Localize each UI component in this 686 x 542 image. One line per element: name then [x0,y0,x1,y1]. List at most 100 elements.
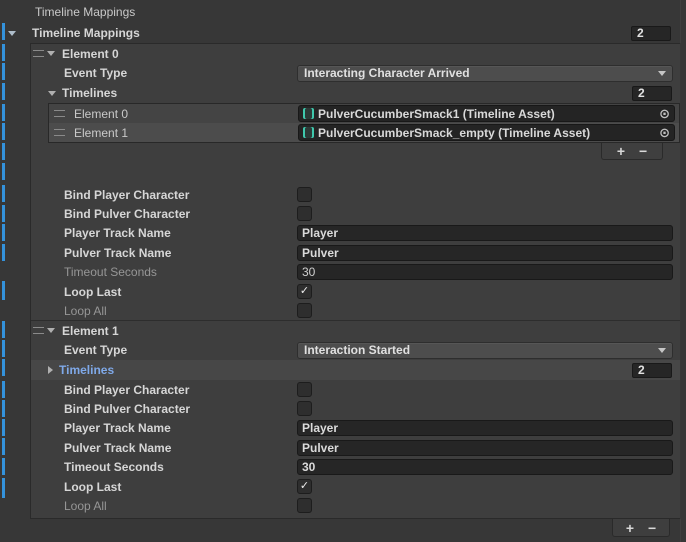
timelines-list-footer-e0: + − [31,143,680,164]
element-0-title: Element 0 [62,47,119,61]
timeline-mappings-foldout-row[interactable]: Timeline Mappings 2 [0,23,686,43]
foldout-open-icon[interactable] [8,31,16,36]
override-bar [2,63,5,80]
loop-last-row: Loop Last ✓ [31,282,680,301]
timeline-item-row[interactable]: Element 0 PulverCucumberSmack1 (Timeline… [49,104,679,123]
loop-all-row: Loop All [31,301,680,320]
event-type-label: Event Type [64,343,297,357]
bind-player-character-checkbox-e1[interactable] [297,382,312,397]
event-type-dropdown-e0[interactable]: Interacting Character Arrived [297,65,673,82]
foldout-closed-icon[interactable] [48,366,53,374]
override-bar [2,458,5,475]
event-type-dropdown-e1[interactable]: Interaction Started [297,342,673,359]
override-bar [2,381,5,398]
field-label: Loop Last [64,285,297,299]
pulver-track-name-input-e1[interactable] [297,440,673,456]
element-1-section: Element 1 Event Type Interaction Started… [31,320,680,515]
player-track-name-input-e0[interactable] [297,225,673,241]
remove-element-button[interactable]: − [639,144,647,158]
foldout-open-icon[interactable] [47,328,55,333]
loop-all-checkbox-e1[interactable] [297,498,312,513]
override-bar [2,244,5,261]
override-bar [2,340,5,357]
dropdown-arrow-icon [658,71,666,76]
timeline-mappings-list-footer: + − [0,519,686,539]
loop-last-row: Loop Last ✓ [31,477,680,496]
pulver-track-name-row: Pulver Track Name [31,243,680,262]
field-label: Loop All [64,304,297,318]
override-bar [2,281,5,300]
field-label: Bind Pulver Character [64,207,297,221]
timeline-asset-icon [303,127,314,138]
drag-handle-icon[interactable] [33,50,44,57]
drag-handle-icon[interactable] [33,327,44,334]
element-0-section: Element 0 Event Type Interacting Charact… [31,44,680,320]
pulver-track-name-row: Pulver Track Name [31,438,680,457]
add-element-button[interactable]: + [617,144,625,158]
spacer [31,164,680,185]
override-bar [2,23,5,40]
override-bar [2,44,5,61]
timeline-item-label: Element 1 [74,126,298,140]
bind-player-character-checkbox-e0[interactable] [297,187,312,202]
field-label: Loop All [64,499,297,513]
timeout-seconds-input-e1[interactable] [297,459,673,475]
timelines-size-field-e1[interactable]: 2 [632,363,672,378]
field-label: Pulver Track Name [64,246,297,260]
field-label: Bind Player Character [64,188,297,202]
override-bar [2,321,5,338]
array-size-field[interactable]: 2 [631,26,671,41]
field-label: Player Track Name [64,226,297,240]
timeline-item-row[interactable]: Element 1 PulverCucumberSmack_empty (Tim… [49,123,679,142]
event-type-row: Event Type Interaction Started [31,340,680,360]
dropdown-value: Interaction Started [304,343,410,357]
foldout-open-icon[interactable] [48,91,56,96]
override-bar [2,400,5,417]
field-label: Loop Last [64,480,297,494]
timelines-list-e0: Element 0 PulverCucumberSmack1 (Timeline… [48,103,680,143]
loop-all-checkbox-e0[interactable] [297,303,312,318]
add-element-button[interactable]: + [626,521,634,535]
player-track-name-row: Player Track Name [31,418,680,438]
timelines-foldout-row-e1[interactable]: Timelines 2 [31,360,680,380]
object-picker-icon[interactable]: ⊙ [659,107,670,120]
bind-pulver-character-checkbox-e0[interactable] [297,206,312,221]
timeline-object-value: PulverCucumberSmack_empty (Timeline Asse… [318,126,590,140]
timelines-title-e0: Timelines [62,86,117,100]
loop-last-checkbox-e1[interactable]: ✓ [297,479,312,494]
timelines-foldout-row-e0[interactable]: Timelines 2 [31,83,680,103]
remove-element-button[interactable]: − [648,521,656,535]
check-icon: ✓ [300,286,309,297]
timeout-seconds-input-e0[interactable] [297,264,673,280]
pulver-track-name-input-e0[interactable] [297,245,673,261]
field-label: Timeout Seconds [64,460,297,474]
drag-handle-icon[interactable] [54,129,65,136]
object-picker-icon[interactable]: ⊙ [659,126,670,139]
override-bar [2,163,5,180]
element-1-header[interactable]: Element 1 [31,321,680,340]
player-track-name-input-e1[interactable] [297,420,673,436]
element-0-header[interactable]: Element 0 [31,44,680,63]
property-label: Timeline Mappings [35,5,135,19]
bind-pulver-character-checkbox-e1[interactable] [297,401,312,416]
loop-all-row: Loop All [31,496,680,515]
timeline-object-field-1[interactable]: PulverCucumberSmack_empty (Timeline Asse… [298,124,675,141]
override-bar [2,359,5,376]
scroll-gutter-line [680,0,681,542]
bind-pulver-character-row: Bind Pulver Character [31,204,680,223]
field-label: Bind Player Character [64,383,297,397]
timeline-mappings-title: Timeline Mappings [32,26,140,40]
timeline-object-field-0[interactable]: PulverCucumberSmack1 (Timeline Asset) ⊙ [298,105,675,122]
override-bar [2,419,5,436]
override-bar [2,438,5,455]
timeline-mappings-list: Element 0 Event Type Interacting Charact… [30,43,681,519]
loop-last-checkbox-e0[interactable]: ✓ [297,284,312,299]
override-bar [2,185,5,202]
foldout-open-icon[interactable] [47,51,55,56]
event-type-row: Event Type Interacting Character Arrived [31,63,680,83]
drag-handle-icon[interactable] [54,110,65,117]
timelines-size-field-e0[interactable]: 2 [632,86,672,101]
check-icon: ✓ [300,481,309,492]
override-bar [2,224,5,241]
override-bar [2,123,5,140]
